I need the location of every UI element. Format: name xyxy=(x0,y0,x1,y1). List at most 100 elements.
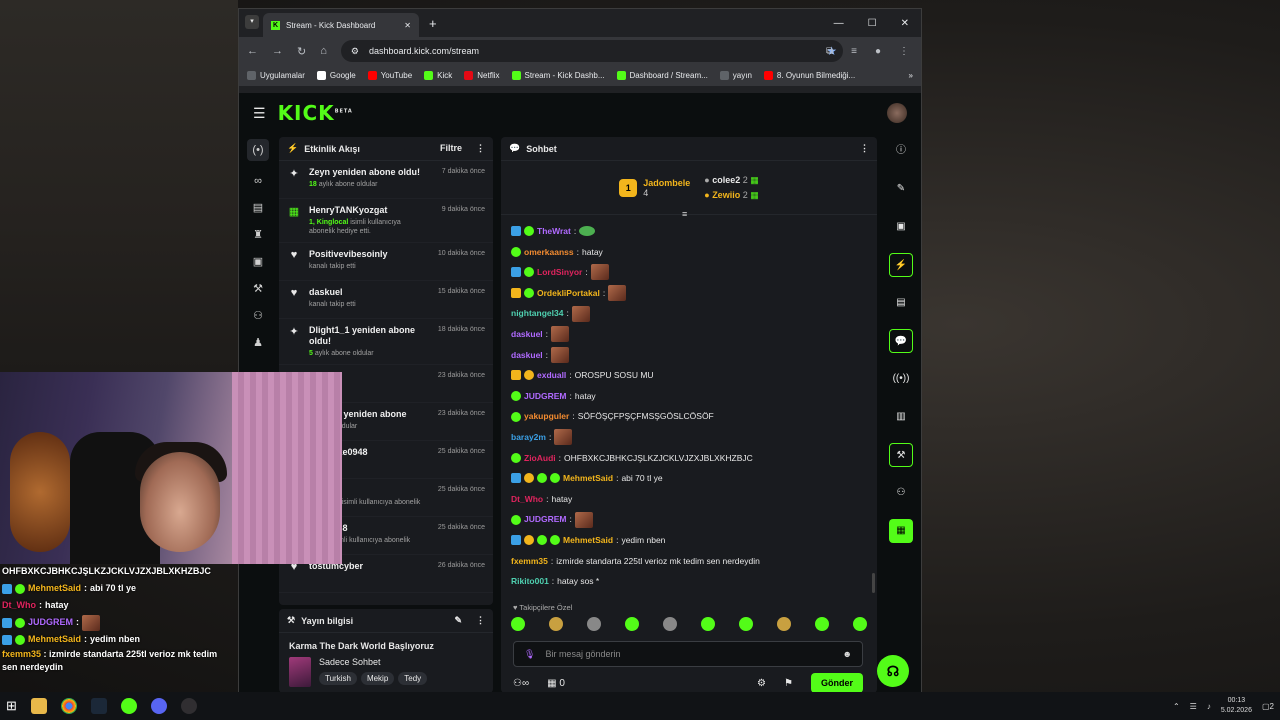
file-explorer-icon[interactable] xyxy=(30,698,47,714)
hamburger-menu-icon[interactable]: ☰ xyxy=(253,105,266,122)
reload-icon[interactable]: ↻ xyxy=(297,45,306,58)
new-tab-icon[interactable]: + xyxy=(429,16,437,31)
chat-username[interactable]: omerkaanss xyxy=(524,242,574,263)
gifter-name[interactable]: colee2 xyxy=(712,175,740,185)
chat-username[interactable]: JUDGREM xyxy=(524,509,567,530)
notes-icon[interactable]: ▤ xyxy=(889,291,913,315)
clock[interactable]: 00:13 5.02.2026 xyxy=(1221,696,1252,716)
trophy-icon[interactable]: ♜ xyxy=(253,228,263,241)
bookmark-item[interactable]: YouTube xyxy=(367,71,412,80)
emote-icon[interactable] xyxy=(777,617,791,631)
community-toggle-icon[interactable]: ⚇ xyxy=(889,481,913,505)
emote-icon[interactable] xyxy=(511,617,525,631)
tray-up-icon[interactable]: ⌃ xyxy=(1173,702,1180,711)
stream-info-menu-icon[interactable]: ⋮ xyxy=(476,615,485,626)
emote-icon[interactable] xyxy=(701,617,715,631)
chat-username[interactable]: Rikito001 xyxy=(511,571,549,592)
chat-username[interactable]: MehmetSaid xyxy=(563,468,613,489)
close-window-icon[interactable]: ✕ xyxy=(901,18,909,29)
more-bookmarks-icon[interactable]: » xyxy=(909,71,913,80)
chat-username[interactable]: ZioAudi xyxy=(524,448,556,469)
volume-icon[interactable]: ♪ xyxy=(1207,702,1211,711)
support-button[interactable]: ☊ xyxy=(877,655,909,687)
obs-icon[interactable] xyxy=(180,698,197,714)
microphone-icon[interactable]: 🎙 xyxy=(524,649,535,660)
tab-search-icon[interactable]: ▾ xyxy=(245,15,259,29)
chat-username[interactable]: fxemm35 xyxy=(511,551,548,572)
emote-icon[interactable] xyxy=(663,617,677,631)
event-item[interactable]: ♥ Positivevibesoinly kanalı takip etti 10 d… xyxy=(279,243,493,281)
chat-username[interactable]: MehmetSaid xyxy=(563,530,613,551)
chat-toggle-icon[interactable]: 💬 xyxy=(889,329,913,353)
windows-start-icon[interactable]: ⊞ xyxy=(6,698,17,714)
forward-icon[interactable]: → xyxy=(272,45,283,57)
edit-icon[interactable]: ✎ xyxy=(454,615,462,626)
mod-tools-icon[interactable]: ⚑ xyxy=(784,678,793,689)
chat-menu-icon[interactable]: ⋮ xyxy=(860,143,869,154)
emote-icon[interactable] xyxy=(739,617,753,631)
collapse-icon[interactable]: ≡ xyxy=(682,209,687,219)
broadcast-icon[interactable]: (•) xyxy=(247,139,269,161)
chat-username[interactable]: daskuel xyxy=(511,345,543,366)
minimize-icon[interactable]: — xyxy=(834,18,844,29)
chat-username[interactable]: nightangel34 xyxy=(511,303,563,324)
tab-stream-dashboard[interactable]: K Stream - Kick Dashboard ✕ xyxy=(263,13,419,37)
emote-icon[interactable] xyxy=(625,617,639,631)
screen-capture-icon[interactable]: ▣ xyxy=(889,215,913,239)
info-icon[interactable]: ⓘ xyxy=(889,139,913,163)
chat-username[interactable]: LordSinyor xyxy=(537,262,582,283)
send-button[interactable]: Gönder xyxy=(810,673,863,693)
tools-icon[interactable]: ⚒ xyxy=(889,443,913,467)
chat-username[interactable]: baray2m xyxy=(511,427,546,448)
emote-icon[interactable] xyxy=(815,617,829,631)
tag[interactable]: Mekip xyxy=(360,672,395,685)
event-item[interactable]: ▦ HenryTANKyozgat 1, Kinglocal isimli kull… xyxy=(279,199,493,243)
media-library-icon[interactable]: ▣ xyxy=(253,255,263,268)
bookmark-item[interactable]: Netflix xyxy=(464,71,500,80)
network-icon[interactable]: ☰ xyxy=(1190,702,1197,711)
emoji-icon[interactable]: ☻ xyxy=(843,649,852,659)
filter-button[interactable]: Filtre xyxy=(440,143,462,154)
emote-icon[interactable] xyxy=(853,617,867,631)
pencil-icon[interactable]: ✎ xyxy=(889,177,913,201)
event-item[interactable]: ✦ Zeyn yeniden abone oldu! 18 aylık abone … xyxy=(279,161,493,199)
event-item[interactable]: ♥ daskuel kanalı takip etti 15 dakika önce xyxy=(279,281,493,319)
chat-username[interactable]: TheWrat xyxy=(537,221,571,242)
site-info-icon[interactable]: ⚙ xyxy=(351,46,359,57)
emote-icon[interactable] xyxy=(549,617,563,631)
event-menu-icon[interactable]: ⋮ xyxy=(476,143,485,154)
profile-icon[interactable]: ● xyxy=(875,46,881,57)
address-bar[interactable]: ⚙ dashboard.kick.com/stream ★ xyxy=(340,40,843,62)
chat-input[interactable]: 🎙 Bir mesaj gönderin ☻ xyxy=(513,641,863,667)
bookmark-item[interactable]: Uygulamalar xyxy=(247,71,305,80)
back-icon[interactable]: ← xyxy=(247,45,258,57)
broadcast-toggle-icon[interactable]: ((•)) xyxy=(889,367,913,391)
notification-icon[interactable]: ▢2 xyxy=(1262,702,1274,711)
chat-username[interactable]: JUDGREM xyxy=(524,386,567,407)
chat-scrollbar[interactable] xyxy=(872,573,875,593)
bookmark-item[interactable]: 8. Oyunun Bilmediği... xyxy=(763,71,855,80)
gifter-name[interactable]: Zewiio xyxy=(712,190,740,200)
chat-username[interactable]: Dt_Who xyxy=(511,489,543,510)
link-icon[interactable]: ∞ xyxy=(254,175,262,187)
kick-app-icon[interactable] xyxy=(120,698,137,714)
chrome-icon[interactable] xyxy=(60,698,77,714)
maximize-icon[interactable]: ☐ xyxy=(868,18,877,29)
chat-username[interactable]: daskuel xyxy=(511,324,543,345)
community-icon[interactable]: ♟ xyxy=(253,336,263,349)
discord-icon[interactable] xyxy=(150,698,167,714)
steam-icon[interactable] xyxy=(90,698,107,714)
clip-icon[interactable]: ▦ xyxy=(889,519,913,543)
bookmark-item[interactable]: Dashboard / Stream... xyxy=(616,71,708,80)
chat-username[interactable]: exduall xyxy=(537,365,566,386)
bookmark-item[interactable]: yayın xyxy=(719,71,752,80)
event-item[interactable]: ✦ Dlight1_1 yeniden abone oldu! 5 aylık ab… xyxy=(279,319,493,365)
kick-logo[interactable]: KICKBETA xyxy=(278,101,353,125)
bookmark-item[interactable]: Stream - Kick Dashb... xyxy=(511,71,605,80)
bookmark-item[interactable]: Kick xyxy=(424,71,452,80)
chat-username[interactable]: OrdekliPortakal xyxy=(537,283,600,304)
avatar[interactable] xyxy=(887,103,907,123)
layout-icon[interactable]: ▥ xyxy=(889,405,913,429)
top-gifter-name[interactable]: Jadombele xyxy=(643,178,690,188)
extensions-icon[interactable]: ⧉ xyxy=(826,46,833,57)
